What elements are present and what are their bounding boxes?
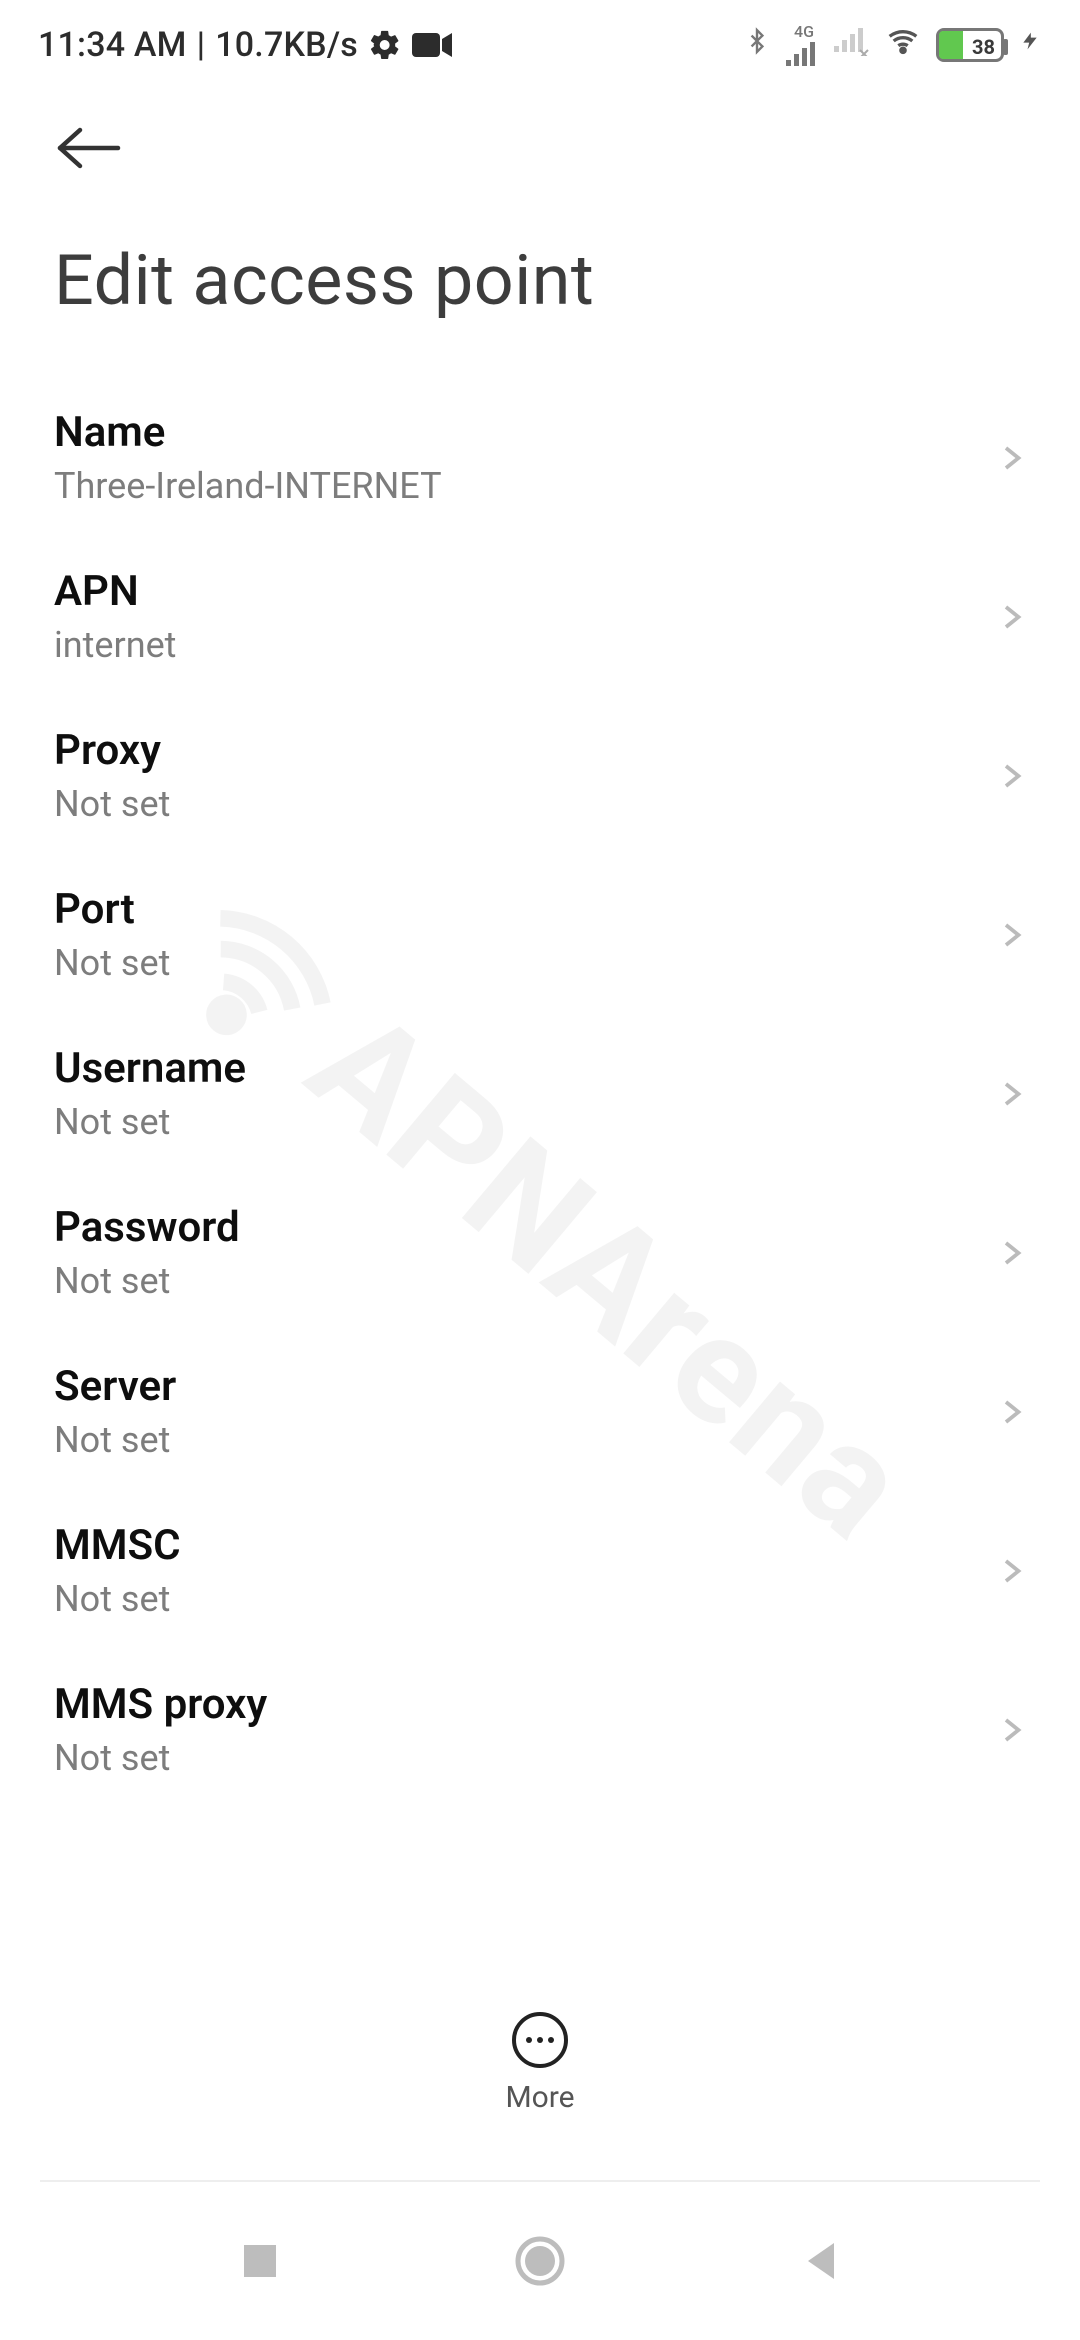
nav-recents-button[interactable] — [225, 2226, 295, 2296]
setting-value: Not set — [54, 1260, 996, 1302]
setting-label: Name — [54, 408, 996, 457]
setting-label: APN — [54, 567, 996, 616]
setting-label: MMS proxy — [54, 1680, 996, 1729]
setting-row-mms-proxy[interactable]: MMS proxy Not set — [0, 1650, 1080, 1809]
setting-label: Server — [54, 1362, 996, 1411]
setting-row-port[interactable]: Port Not set — [0, 855, 1080, 1014]
battery-icon: 38 — [936, 28, 1004, 62]
setting-row-name[interactable]: Name Three-Ireland-INTERNET — [0, 378, 1080, 537]
header — [0, 90, 1080, 188]
setting-value: Three-Ireland-INTERNET — [54, 465, 996, 507]
status-speed: 10.7KB/s — [215, 25, 358, 65]
setting-row-mmsc[interactable]: MMSC Not set — [0, 1491, 1080, 1650]
chevron-right-icon — [996, 1390, 1026, 1434]
chevron-right-icon — [996, 1708, 1026, 1752]
setting-value: Not set — [54, 942, 996, 984]
status-time: 11:34 AM — [38, 25, 187, 65]
setting-row-username[interactable]: Username Not set — [0, 1014, 1080, 1173]
setting-value: Not set — [54, 783, 996, 825]
status-separator: | — [197, 25, 206, 65]
page-title: Edit access point — [0, 188, 1080, 352]
camera-icon — [412, 31, 452, 59]
setting-row-apn[interactable]: APN internet — [0, 537, 1080, 696]
chevron-right-icon — [996, 595, 1026, 639]
setting-label: Username — [54, 1044, 996, 1093]
chevron-right-icon — [996, 913, 1026, 957]
back-button[interactable] — [54, 108, 134, 188]
setting-label: Password — [54, 1203, 996, 1252]
charging-icon — [1020, 24, 1040, 66]
setting-label: MMSC — [54, 1521, 996, 1570]
setting-value: Not set — [54, 1101, 996, 1143]
more-action[interactable]: More — [0, 2012, 1080, 2115]
more-label: More — [505, 2080, 574, 2115]
setting-value: Not set — [54, 1737, 996, 1779]
setting-value: Not set — [54, 1578, 996, 1620]
chevron-right-icon — [996, 754, 1026, 798]
setting-value: internet — [54, 624, 996, 666]
bluetooth-icon — [744, 22, 770, 69]
chevron-right-icon — [996, 1072, 1026, 1116]
settings-list: Name Three-Ireland-INTERNET APN internet… — [0, 352, 1080, 1809]
gear-icon — [368, 28, 402, 62]
navigation-bar — [0, 2182, 1080, 2340]
setting-row-password[interactable]: Password Not set — [0, 1173, 1080, 1332]
status-bar: 11:34 AM | 10.7KB/s 4G 38 — [0, 0, 1080, 90]
more-icon — [512, 2012, 568, 2068]
signal-no-sim-icon — [834, 25, 870, 65]
chevron-right-icon — [996, 1231, 1026, 1275]
status-right: 4G 38 — [744, 22, 1040, 69]
setting-row-server[interactable]: Server Not set — [0, 1332, 1080, 1491]
nav-home-button[interactable] — [505, 2226, 575, 2296]
setting-label: Proxy — [54, 726, 996, 775]
setting-row-proxy[interactable]: Proxy Not set — [0, 696, 1080, 855]
setting-label: Port — [54, 885, 996, 934]
status-left: 11:34 AM | 10.7KB/s — [38, 25, 452, 65]
setting-value: Not set — [54, 1419, 996, 1461]
wifi-icon — [882, 25, 924, 66]
signal-4g-icon: 4G — [786, 24, 822, 66]
chevron-right-icon — [996, 436, 1026, 480]
chevron-right-icon — [996, 1549, 1026, 1593]
nav-back-button[interactable] — [785, 2226, 855, 2296]
